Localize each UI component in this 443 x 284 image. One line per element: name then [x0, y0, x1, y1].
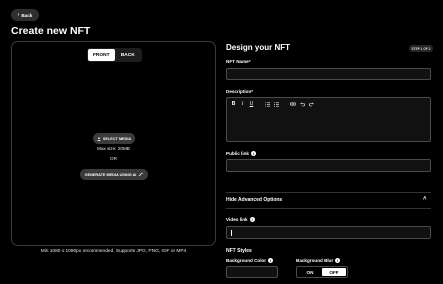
undo-icon[interactable]	[300, 101, 305, 107]
nft-name-label-text: NFT Name*	[226, 59, 251, 64]
public-link-input[interactable]	[226, 159, 431, 172]
select-media-button[interactable]: SELECT MEDIA	[93, 133, 135, 144]
nft-name-label: NFT Name*	[226, 59, 251, 64]
or-separator: OR	[110, 156, 117, 161]
info-icon[interactable]: i	[249, 217, 255, 222]
editor-toolbar: B I U	[231, 101, 314, 107]
redo-icon[interactable]	[309, 101, 314, 107]
public-link-label-text: Public link	[226, 151, 249, 156]
unordered-list-icon[interactable]	[274, 101, 279, 107]
max-size-text: Max size: 20MB	[97, 146, 130, 151]
bold-button[interactable]: B	[231, 101, 236, 107]
page-title: Create new NFT	[11, 25, 91, 37]
chevron-up-icon[interactable]: ˄	[423, 196, 427, 202]
video-link-input[interactable]	[226, 226, 431, 239]
back-button[interactable]: ‹ Back	[11, 9, 39, 21]
description-editor[interactable]: B I U	[226, 97, 431, 142]
generate-ai-button[interactable]: GENERATE MEDIA USING AI	[80, 169, 148, 180]
tab-back[interactable]: BACK	[115, 49, 142, 61]
tab-front[interactable]: FRONT	[88, 49, 115, 61]
generate-ai-label: GENERATE MEDIA USING AI	[84, 172, 137, 177]
text-cursor	[231, 230, 232, 236]
info-icon[interactable]: i	[268, 258, 274, 263]
create-nft-page: ‹ Back Create new NFT FRONT BACK SELECT …	[0, 0, 443, 284]
italic-button[interactable]: I	[240, 101, 245, 107]
background-blur-label: Background Blur i	[296, 258, 341, 263]
video-link-label: Video link i	[226, 217, 255, 222]
divider	[226, 192, 431, 193]
background-blur-toggle: ON OFF	[296, 266, 348, 278]
nft-name-input[interactable]	[226, 68, 431, 80]
nft-styles-title: NFT Styles	[226, 248, 252, 254]
back-label: Back	[21, 12, 33, 18]
video-link-label-text: Video link	[226, 217, 248, 222]
user-upload-icon	[97, 136, 101, 141]
background-color-input[interactable]	[226, 266, 278, 278]
step-badge: STEP 1 OF 2	[409, 45, 433, 52]
info-icon[interactable]: i	[250, 151, 256, 156]
side-switcher: FRONT BACK	[87, 48, 142, 62]
info-icon[interactable]: i	[335, 258, 341, 263]
background-blur-label-text: Background Blur	[296, 258, 334, 263]
magic-wand-icon	[139, 172, 144, 177]
divider	[226, 208, 431, 209]
select-media-label: SELECT MEDIA	[102, 136, 132, 141]
design-title: Design your NFT	[226, 43, 291, 52]
background-color-label-text: Background Color	[226, 258, 267, 263]
link-icon[interactable]	[290, 101, 296, 107]
blur-on-option[interactable]: ON	[298, 268, 322, 276]
advanced-options-toggle[interactable]: Hide Advanced Options	[226, 197, 282, 203]
media-requirements-hint: Min 1080 x 1080px recommended. Supports …	[40, 249, 187, 254]
media-preview-panel: FRONT BACK SELECT MEDIA Max size: 20MB O…	[11, 41, 216, 246]
underline-button[interactable]: U	[249, 101, 254, 107]
public-link-label: Public link i	[226, 151, 256, 156]
blur-off-option[interactable]: OFF	[322, 268, 346, 276]
ordered-list-icon[interactable]	[265, 101, 270, 107]
chevron-left-icon: ‹	[17, 11, 20, 18]
description-label: Description*	[226, 89, 253, 94]
description-label-text: Description*	[226, 89, 254, 94]
background-color-label: Background Color i	[226, 258, 274, 263]
